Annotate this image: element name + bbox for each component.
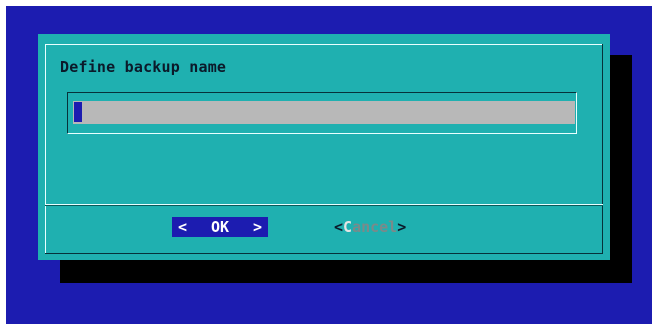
cancel-left-bracket: < <box>334 218 344 236</box>
ok-left-bracket: < <box>178 218 188 236</box>
dialog-frame-top <box>45 44 603 45</box>
dialog-title: Define backup name <box>60 58 227 76</box>
cancel-label-rest: ancel <box>352 218 398 236</box>
cancel-button[interactable]: <Cancel> <box>334 217 406 237</box>
ok-label: OK <box>210 218 230 236</box>
cancel-right-bracket: > <box>397 218 407 236</box>
screen: Define backup name < OK > <Cancel> <box>0 0 659 324</box>
button-separator-shadow <box>45 205 603 206</box>
backup-name-input[interactable] <box>73 101 575 124</box>
ok-button[interactable]: < OK > <box>172 217 268 237</box>
backup-name-dialog: Define backup name < OK > <Cancel> <box>38 34 610 260</box>
ok-right-bracket: > <box>252 218 262 236</box>
dialog-frame-bottom <box>45 253 603 254</box>
cancel-hotkey: C <box>343 218 353 236</box>
text-cursor <box>74 102 82 122</box>
dialog-frame-left <box>45 44 46 254</box>
dialog-frame-right <box>602 44 603 254</box>
